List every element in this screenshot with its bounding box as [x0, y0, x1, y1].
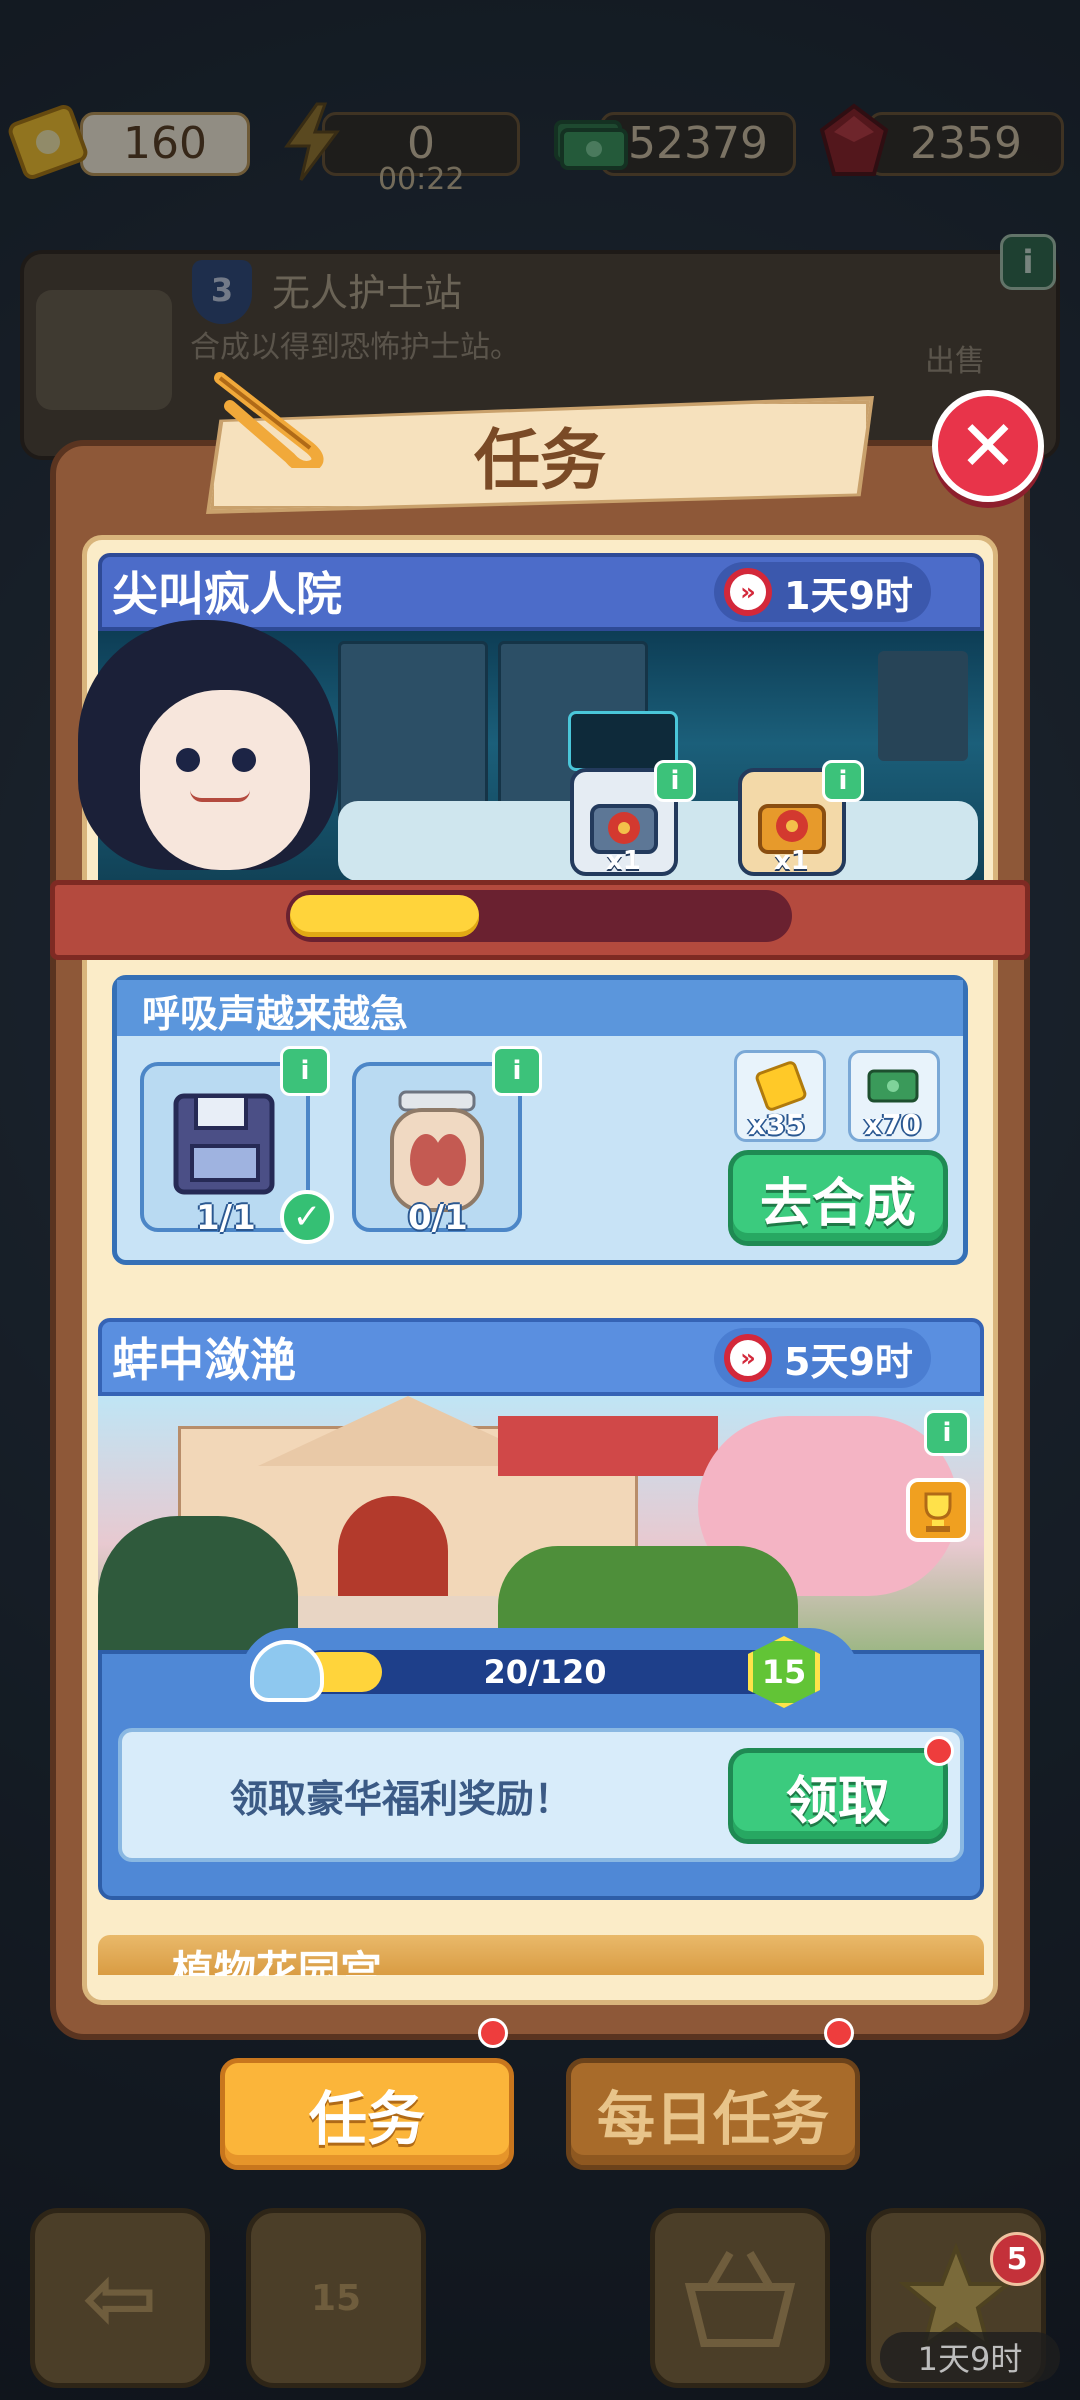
character-eye-right — [232, 748, 256, 772]
mission1-time-left: 1天9时 — [784, 573, 913, 618]
close-button[interactable]: ✕ — [932, 390, 1044, 502]
mission2-title: 蚌中潋滟 — [112, 1333, 296, 1387]
star-timer: 1天9时 — [880, 2332, 1060, 2382]
reward-cash-count: x70 — [864, 1108, 922, 1141]
mission2-progress-text: 20/120 — [483, 1653, 607, 1691]
reward-ticket-count: x35 — [748, 1108, 806, 1141]
claim-notification-dot — [924, 1736, 954, 1766]
reward2-info-icon[interactable]: i — [822, 760, 864, 802]
reward2-count: x1 — [774, 846, 809, 876]
task-title: 呼吸声越来越急 — [142, 992, 409, 1036]
claim-button[interactable]: 领取 — [728, 1748, 948, 1844]
mission2-scene — [98, 1396, 984, 1666]
mission1-title: 尖叫疯人院 — [112, 567, 342, 621]
tab-missions[interactable]: 任务 — [220, 2058, 514, 2170]
trophy-level: 15 — [310, 2277, 362, 2319]
lung-jar-info-icon[interactable]: i — [492, 1046, 542, 1096]
mission1-timer: » 1天9时 — [714, 562, 931, 622]
lung-jar-progress: 0/1 — [408, 1198, 468, 1238]
reward1-info-icon[interactable]: i — [654, 760, 696, 802]
character-mouth — [190, 790, 250, 802]
reward1-count: x1 — [606, 846, 641, 876]
floppy-progress: 1/1 — [196, 1198, 256, 1238]
mission2-time-left: 5天9时 — [784, 1339, 913, 1384]
completed-check-icon: ✓ — [280, 1190, 334, 1244]
basket-button[interactable] — [650, 2208, 830, 2388]
paperclip-icon — [200, 358, 340, 473]
trophy-icon[interactable] — [906, 1478, 970, 1542]
claim-description: 领取豪华福利奖励！ — [230, 1777, 573, 1821]
back-arrow-icon: ⇦ — [82, 2245, 158, 2351]
tab-missions-dot — [478, 2018, 508, 2048]
clock-icon: » — [724, 1334, 772, 1382]
basket-icon — [684, 2250, 796, 2347]
star-badge: 5 — [990, 2232, 1044, 2286]
back-button[interactable]: ⇦ — [30, 2208, 210, 2388]
go-merge-button[interactable]: 去合成 — [728, 1150, 948, 1246]
mission2-timer: » 5天9时 — [714, 1328, 931, 1388]
trophy-button[interactable]: 15 — [246, 2208, 426, 2388]
mission1-progress-fill — [290, 895, 479, 937]
mission3-title: 植物花园宫 — [172, 1947, 383, 1976]
clock-icon: » — [724, 568, 772, 616]
floppy-info-icon[interactable]: i — [280, 1046, 330, 1096]
character-eye-left — [176, 748, 200, 772]
tab-daily-dot — [824, 2018, 854, 2048]
tab-daily-missions[interactable]: 每日任务 — [566, 2058, 860, 2170]
mission2-info-icon[interactable]: i — [924, 1410, 970, 1456]
character-face — [140, 690, 310, 870]
